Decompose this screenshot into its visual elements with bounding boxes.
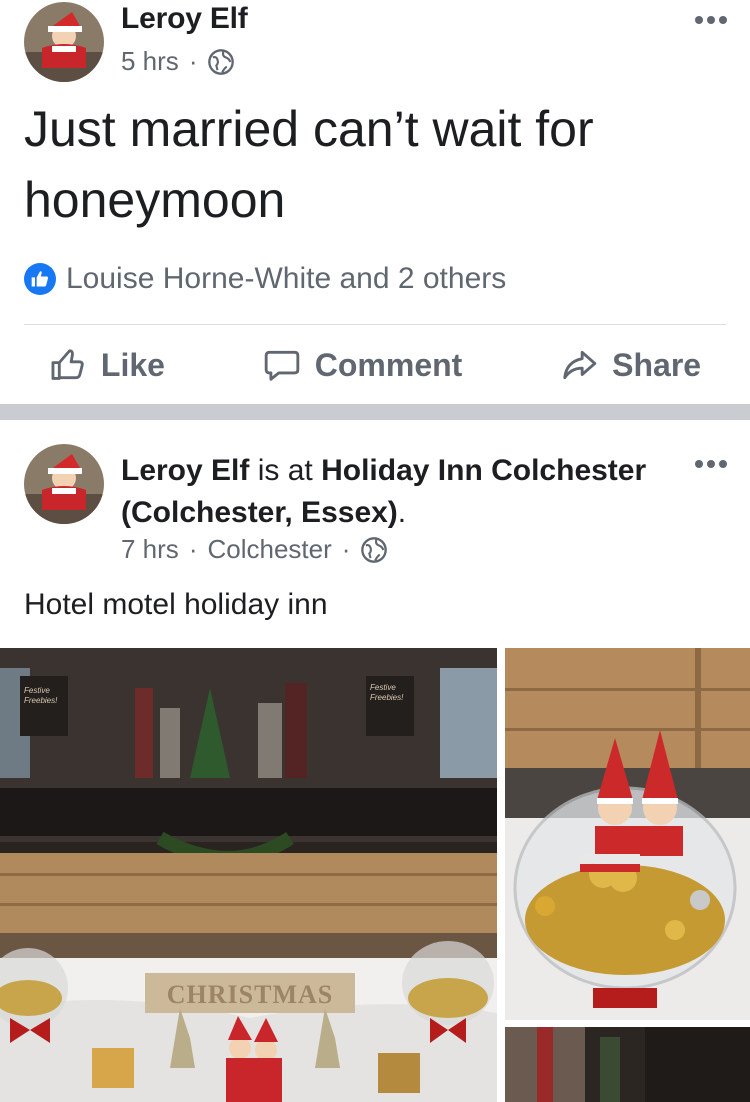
post-photo-lobby[interactable]: Festive Freebies! Festive Freebies! CHRI… — [0, 648, 497, 1102]
comment-icon — [264, 350, 300, 381]
svg-text:Festive: Festive — [370, 683, 396, 692]
meta-separator: · — [188, 46, 198, 76]
post-location[interactable]: Colchester — [207, 534, 331, 565]
svg-text:Festive: Festive — [24, 686, 50, 695]
author-name[interactable]: Leroy Elf — [121, 454, 249, 487]
more-options-icon[interactable] — [694, 458, 728, 470]
svg-text:Freebies!: Freebies! — [24, 696, 58, 705]
post-time[interactable]: 7 hrs — [121, 534, 179, 565]
checkin-header: Leroy Elf is at Holiday Inn Colchester (… — [121, 450, 681, 534]
post-meta: 5 hrs · — [121, 46, 235, 77]
feed-separator — [0, 404, 750, 420]
like-label: Like — [100, 346, 165, 383]
more-options-icon[interactable] — [694, 14, 728, 26]
author-avatar[interactable] — [24, 2, 104, 82]
post-text: Just married can’t wait for honeymoon — [24, 101, 594, 228]
action-bar: Like Comment Share — [0, 330, 750, 400]
reactions-summary[interactable]: Louise Horne-White and 2 others — [24, 262, 506, 296]
share-icon — [563, 350, 597, 380]
like-icon — [51, 349, 84, 380]
svg-text:CHRISTMAS: CHRISTMAS — [167, 980, 333, 1009]
share-label: Share — [612, 346, 702, 383]
meta-separator: · — [188, 534, 198, 564]
reactions-text: Louise Horne-White and 2 others — [66, 262, 507, 295]
post-photo-bottles[interactable] — [505, 1027, 750, 1102]
post-card: Leroy Elf 5 hrs · Just married can’t wai… — [0, 0, 750, 404]
comment-label: Comment — [314, 346, 463, 383]
post-time[interactable]: 5 hrs — [121, 46, 179, 77]
actions-divider — [24, 324, 726, 325]
author-name[interactable]: Leroy Elf — [121, 2, 248, 36]
like-button[interactable]: Like — [49, 346, 165, 384]
like-icon — [24, 263, 56, 295]
post-meta: 7 hrs · Colchester · — [121, 534, 388, 565]
meta-separator: · — [341, 534, 351, 564]
globe-icon[interactable] — [207, 48, 235, 76]
checkin-punct: . — [397, 496, 407, 529]
comment-button[interactable]: Comment — [263, 346, 463, 384]
author-avatar[interactable] — [24, 444, 104, 524]
svg-text:Freebies!: Freebies! — [370, 693, 404, 702]
share-button[interactable]: Share — [560, 346, 701, 384]
checkin-connector: is at — [257, 454, 313, 487]
globe-icon[interactable] — [360, 536, 388, 564]
post-card: Leroy Elf is at Holiday Inn Colchester (… — [0, 420, 750, 1102]
post-photo-elves[interactable] — [505, 648, 750, 1020]
post-text: Hotel motel holiday inn — [24, 588, 328, 621]
